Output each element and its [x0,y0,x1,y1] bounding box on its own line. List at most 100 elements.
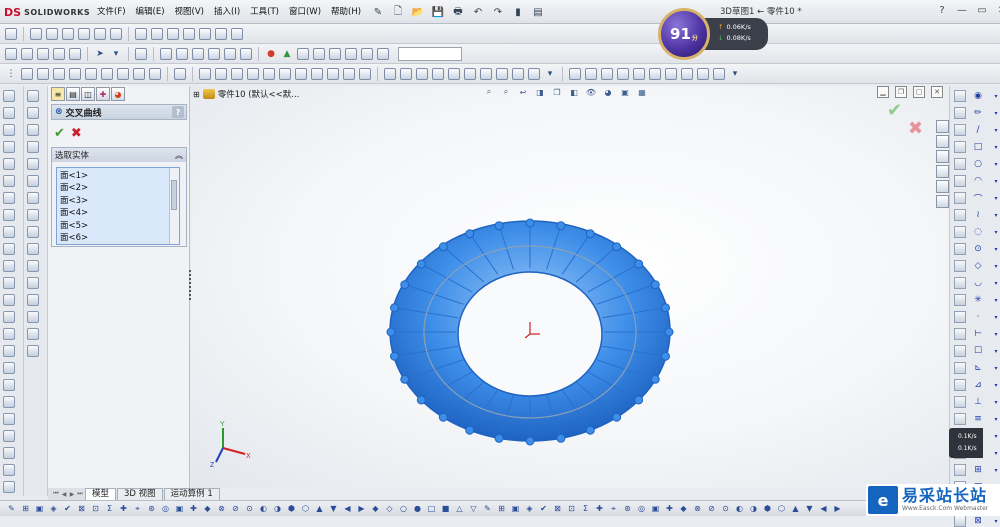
sketch-entity-icon[interactable]: ✳ [972,294,984,306]
selected-entities-list[interactable]: 面<1> 面<2> 面<3> 面<4> 面<5> 面<6> [56,167,180,245]
indent-icon[interactable] [27,226,39,238]
sketch-entity-icon[interactable]: ◇ [972,260,984,272]
dropdown-arrow-icon[interactable]: ▾ [990,379,1000,391]
point-tool-icon[interactable] [294,67,308,81]
sketch-entity-icon[interactable]: ⊞ [972,464,984,476]
move-body-icon[interactable] [27,294,39,306]
hidden-removed-icon[interactable] [166,27,180,41]
status-tool-icon[interactable]: ◑ [748,503,759,514]
rotate-icon[interactable] [77,27,91,41]
dropdown-arrow-icon[interactable]: ▾ [990,209,1000,221]
save-icon[interactable] [36,47,50,61]
status-tool-icon[interactable]: ◀ [818,503,829,514]
dropdown-arrow-icon[interactable]: ▾ [990,447,1000,459]
fill-surface-icon[interactable] [463,67,477,81]
flyout-feature-tree[interactable]: ⊞ 零件10 (默认<<默... [193,88,299,100]
sketch-entity-icon[interactable]: · [972,311,984,323]
split-icon[interactable] [27,277,39,289]
status-tool-icon[interactable]: ⊞ [496,503,507,514]
status-tool-icon[interactable]: ▲ [314,503,325,514]
status-tool-icon[interactable]: ✚ [664,503,675,514]
sketch-entity-icon[interactable]: ◡ [972,277,984,289]
print-icon[interactable]: 🖶 [450,4,466,20]
sketch-entity-icon[interactable]: ≀ [972,209,984,221]
traffic-light-icon[interactable]: ▮ [510,4,526,20]
tab-model[interactable]: 模型 [85,488,117,500]
open-folder-icon[interactable]: 📂 [410,4,426,20]
status-tool-icon[interactable]: ⊘ [230,503,241,514]
view-tool-icon[interactable] [954,260,966,272]
graphics-viewport[interactable]: ⊞ 零件10 (默认<<默... ⌕ ⌕ ↩ ◨ ❒ ◧ 👁 ◕ ▣ ▦ ▁ ❐… [191,86,949,488]
view-tool-icon[interactable] [954,192,966,204]
status-tool-icon[interactable]: ⬡ [776,503,787,514]
scene-icon[interactable]: ▲ [280,47,294,61]
trim-icon[interactable] [3,294,15,306]
solidworks-logo[interactable]: DS SOLIDWORKS [4,4,90,20]
open-icon[interactable] [20,47,34,61]
loft-icon[interactable] [68,67,82,81]
status-tool-icon[interactable]: ◇ [384,503,395,514]
view-tool-icon[interactable] [954,90,966,102]
status-tool-icon[interactable]: ✔ [62,503,73,514]
cut-revolve-icon[interactable] [100,67,114,81]
sketch-entity-icon[interactable]: ◌ [972,226,984,238]
sketch-entity-icon[interactable]: □ [972,141,984,153]
menu-edit[interactable]: 编辑(E) [131,4,170,20]
line-tool-icon[interactable] [214,67,228,81]
status-tool-icon[interactable]: ✚ [118,503,129,514]
composite-curve-icon[interactable] [616,67,630,81]
boss-icon[interactable] [27,107,39,119]
view-tool-icon[interactable] [954,107,966,119]
status-tool-icon[interactable]: ■ [440,503,451,514]
view-tool-icon[interactable] [954,277,966,289]
collapse-icon[interactable]: ︽ [175,150,183,161]
view-tool-icon[interactable] [954,124,966,136]
centerline-icon[interactable] [3,243,15,255]
list-item[interactable]: 面<2> [60,182,176,194]
sketch-entity-icon[interactable]: ⊙ [972,243,984,255]
light-icon[interactable] [328,47,342,61]
status-tool-icon[interactable]: ▣ [510,503,521,514]
axis-icon[interactable] [664,67,678,81]
zoom-area-icon[interactable] [45,27,59,41]
view-settings-icon[interactable]: ▦ [636,86,648,98]
minimize-button[interactable]: — [955,3,969,17]
status-tool-icon[interactable]: ▼ [804,503,815,514]
line-thickness-icon[interactable] [191,47,205,61]
rebuild-icon[interactable] [68,47,82,61]
first-tab-icon[interactable]: ⏮ [52,490,60,499]
sun-icon[interactable] [360,47,374,61]
view-palette-icon[interactable] [936,165,949,178]
hide-show-edges-icon[interactable] [223,47,237,61]
section-view-icon[interactable]: ◨ [534,86,546,98]
camera-icon[interactable] [344,47,358,61]
offset-tool-icon[interactable] [326,67,340,81]
edit-appearance-icon[interactable]: ◕ [602,86,614,98]
fillet-icon[interactable] [116,67,130,81]
pin-icon[interactable]: ✎ [370,4,386,20]
line-style-icon[interactable] [207,47,221,61]
view-tool-icon[interactable] [954,226,966,238]
smart-dimension-icon[interactable] [3,90,15,102]
dropdown-arrow-icon[interactable]: ▾ [990,192,1000,204]
menu-insert[interactable]: 插入(I) [209,4,245,20]
undo-icon[interactable]: ↶ [470,4,486,20]
pan-icon[interactable] [93,27,107,41]
rib-icon[interactable] [27,124,39,136]
menu-window[interactable]: 窗口(W) [284,4,326,20]
dropdown-arrow-icon[interactable]: ▾ [990,175,1000,187]
sketch-picture-icon[interactable] [3,481,15,493]
dropdown-arrow-icon[interactable]: ▾ [990,328,1000,340]
dropdown-arrow-icon[interactable]: ▾ [990,277,1000,289]
view-tool-icon[interactable] [954,294,966,306]
view-tool-icon[interactable] [954,311,966,323]
view-settings-icon[interactable] [230,27,244,41]
prev-tab-icon[interactable]: ◀ [60,490,68,499]
surface-loft-icon[interactable] [431,67,445,81]
list-item[interactable]: 面<4> [60,207,176,219]
sketch-entity-icon[interactable]: ⊢ [972,328,984,340]
dropdown-arrow-icon[interactable]: ▾ [990,158,1000,170]
status-tool-icon[interactable]: ✎ [6,503,17,514]
status-tool-icon[interactable]: ⊗ [216,503,227,514]
sketch-icon[interactable] [4,27,18,41]
